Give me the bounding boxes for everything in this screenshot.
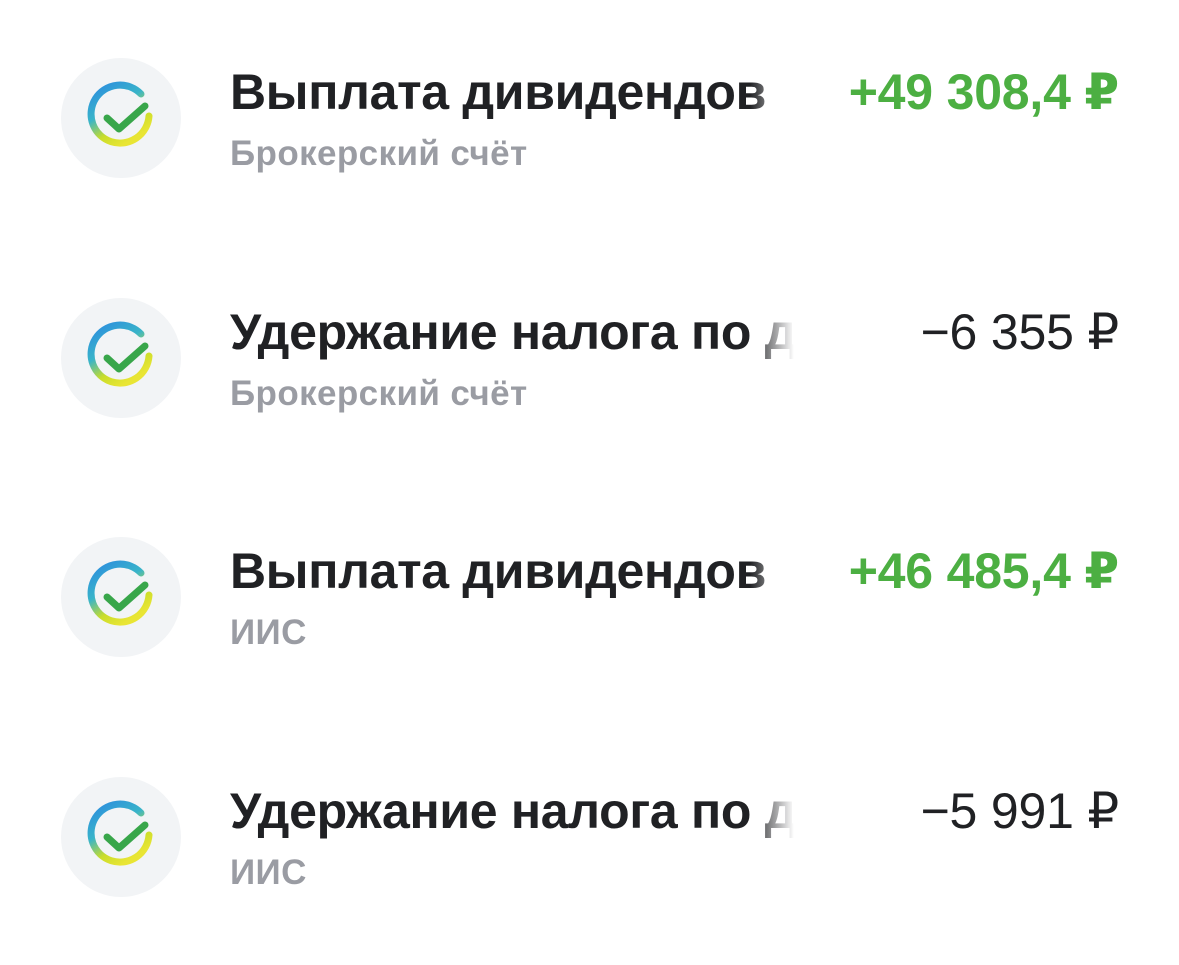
operation-account: ИИС	[230, 853, 307, 892]
operation-amount: +46 485,4 ₽	[848, 543, 1120, 599]
operation-row[interactable]: Удержание налога по дивидендам ИИС −5 99…	[0, 757, 1179, 917]
operation-amount: +49 308,4 ₽	[848, 64, 1120, 120]
operation-title: Выплата дивидендов	[230, 64, 767, 120]
sber-check-icon	[61, 537, 181, 657]
operation-title-clip: Выплата дивидендов	[230, 539, 794, 603]
operation-row[interactable]: Удержание налога по дивидендам Брокерски…	[0, 278, 1179, 438]
operation-row[interactable]: Выплата дивидендов Брокерский счёт +49 3…	[0, 38, 1179, 198]
operation-title-clip: Выплата дивидендов	[230, 60, 794, 124]
sber-check-icon	[61, 298, 181, 418]
operation-account: Брокерский счёт	[230, 374, 528, 413]
operations-list: Выплата дивидендов Брокерский счёт +49 3…	[0, 0, 1179, 965]
operation-account: ИИС	[230, 613, 307, 652]
operation-title: Выплата дивидендов	[230, 543, 767, 599]
operation-title-clip: Удержание налога по дивидендам	[230, 300, 794, 364]
operation-row[interactable]: Выплата дивидендов ИИС +46 485,4 ₽	[0, 517, 1179, 677]
operation-title: Удержание налога по дивидендам	[230, 783, 794, 839]
operation-title: Удержание налога по дивидендам	[230, 304, 794, 360]
operation-amount: −6 355 ₽	[920, 304, 1120, 360]
operation-account: Брокерский счёт	[230, 134, 528, 173]
operation-amount: −5 991 ₽	[920, 783, 1120, 839]
operation-title-clip: Удержание налога по дивидендам	[230, 779, 794, 843]
sber-check-icon	[61, 58, 181, 178]
sber-check-icon	[61, 777, 181, 897]
